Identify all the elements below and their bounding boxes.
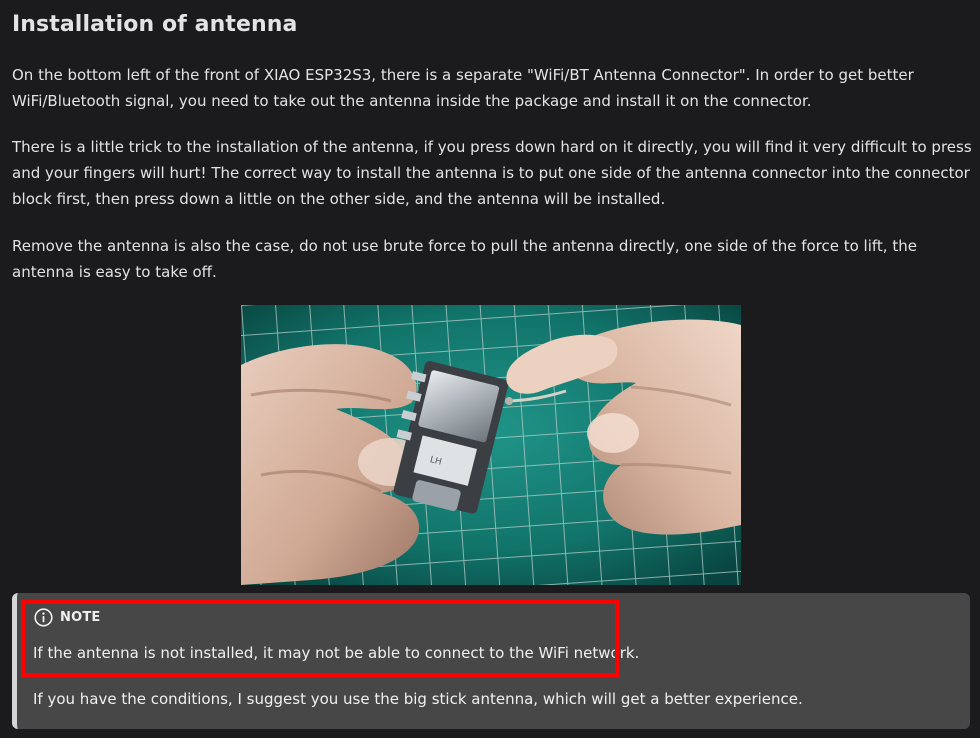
note-line-antenna-required: If the antenna is not installed, it may … <box>33 644 640 662</box>
note-admonition: NOTE If the antenna is not installed, it… <box>12 593 970 729</box>
antenna-installation-photo: LH <box>241 305 741 585</box>
info-icon <box>34 608 53 627</box>
paragraph-connector-intro: On the bottom left of the front of XIAO … <box>12 66 914 110</box>
paragraph-removal: Remove the antenna is also the case, do … <box>12 237 917 281</box>
note-line-big-stick-antenna: If you have the conditions, I suggest yo… <box>33 690 803 708</box>
docs-page: Installation of antenna On the bottom le… <box>0 0 980 738</box>
photo-illustration: LH <box>241 305 741 585</box>
note-label: NOTE <box>60 610 101 625</box>
note-heading: NOTE <box>34 608 100 627</box>
paragraph-installation-trick: There is a little trick to the installat… <box>12 138 972 208</box>
section-heading: Installation of antenna <box>12 12 298 37</box>
